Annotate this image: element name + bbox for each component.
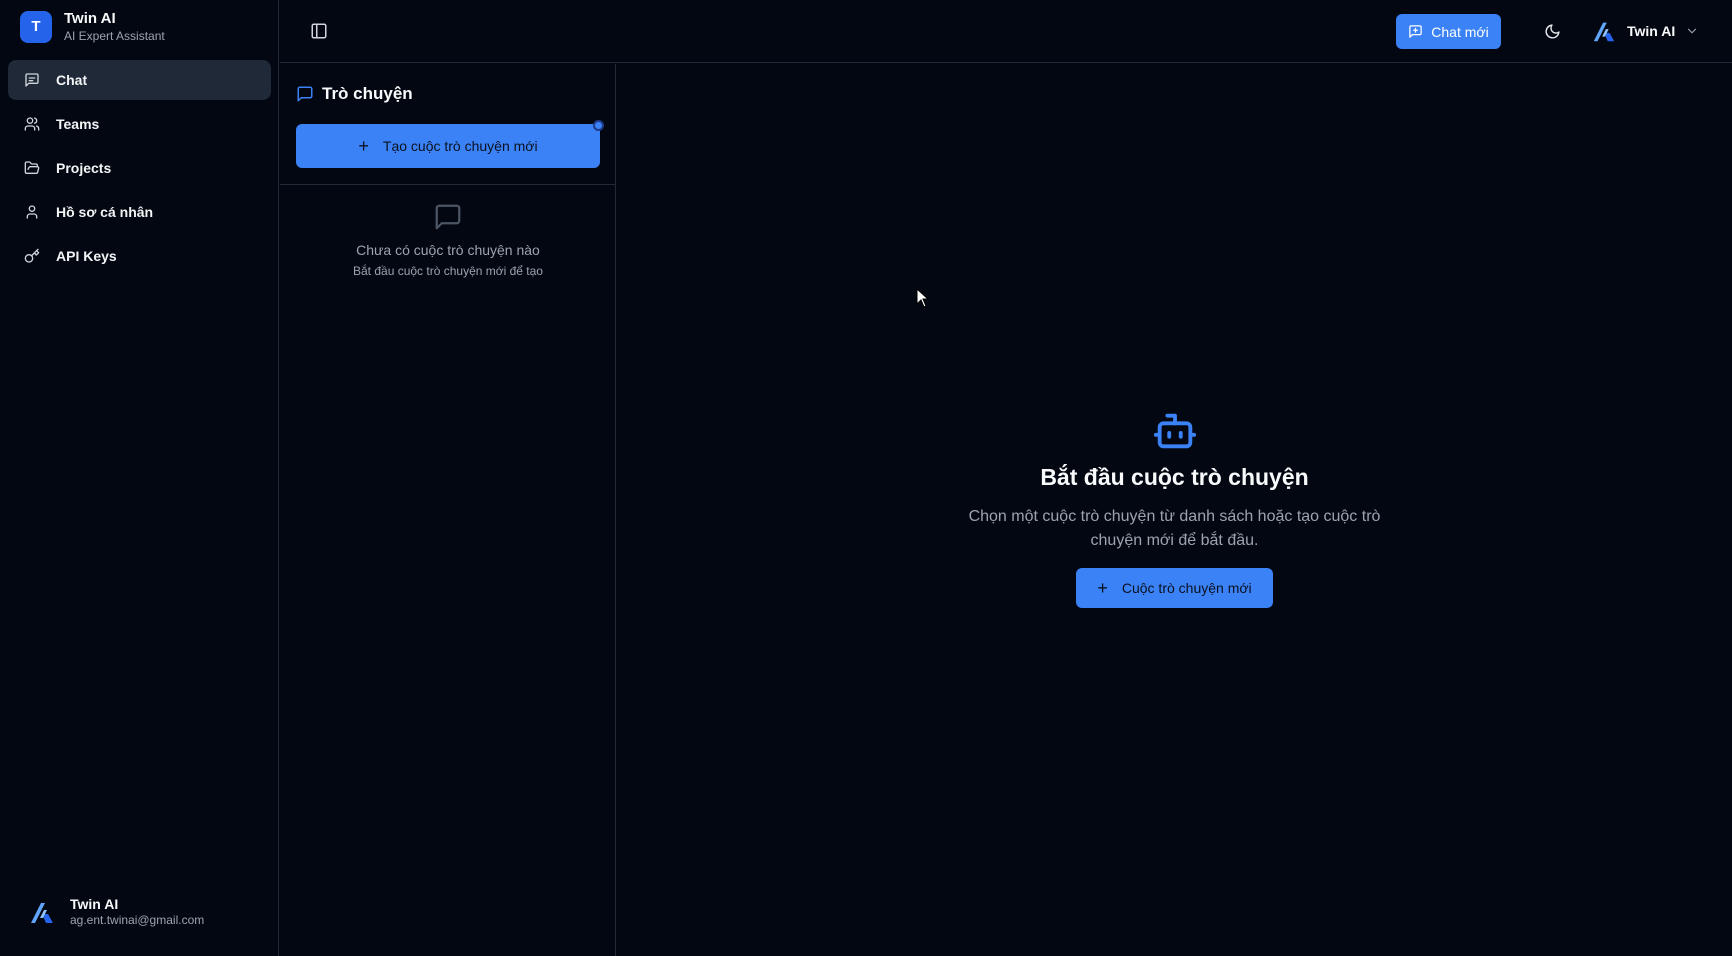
folder-open-icon [24, 160, 40, 176]
divider [280, 184, 616, 185]
sidebar-item-label: Hồ sơ cá nhân [56, 204, 154, 220]
sidebar-item-label: Teams [56, 116, 100, 132]
sidebar-item-chat[interactable]: Chat [8, 60, 271, 100]
moon-icon[interactable] [1544, 23, 1561, 40]
brand-title: Twin AI [64, 10, 116, 27]
new-chat-label: Chat mới [1431, 23, 1489, 40]
sidebar-nav: Chat Teams Projects Hồ sơ cá nhân API Ke… [8, 60, 271, 280]
bot-icon [1152, 408, 1198, 454]
twin-ai-logo-icon [1591, 18, 1617, 44]
sidebar-item-label: Projects [56, 160, 112, 176]
conversation-panel-title: Trò chuyện [322, 84, 413, 103]
welcome-block: Bắt đầu cuộc trò chuyện Chọn một cuộc tr… [617, 408, 1732, 608]
brand-subtitle: AI Expert Assistant [64, 29, 165, 43]
notification-dot [593, 120, 604, 131]
key-icon [24, 248, 40, 264]
top-header: Chat mới Twin AI [280, 0, 1732, 63]
message-square-icon [24, 72, 40, 88]
sidebar-item-profile[interactable]: Hồ sơ cá nhân [8, 192, 271, 232]
sidebar-item-label: Chat [56, 72, 88, 88]
sidebar-item-teams[interactable]: Teams [8, 104, 271, 144]
message-square-icon [296, 85, 314, 103]
welcome-description: Chọn một cuộc trò chuyện từ danh sách ho… [968, 508, 1381, 549]
create-conversation-button[interactable]: + Tạo cuộc trò chuyện mới [296, 124, 600, 168]
brand[interactable]: T Twin AI AI Expert Assistant [20, 10, 165, 43]
profile-name: Twin AI [1627, 23, 1676, 39]
conversation-empty-state: Chưa có cuộc trò chuyện nào Bắt đầu cuộc… [280, 202, 616, 278]
user-icon [24, 204, 40, 220]
main-content: Bắt đầu cuộc trò chuyện Chọn một cuộc tr… [617, 64, 1732, 956]
sidebar-item-projects[interactable]: Projects [8, 148, 271, 188]
plus-icon: + [358, 135, 369, 156]
start-conversation-button[interactable]: + Cuộc trò chuyện mới [1076, 568, 1273, 608]
message-plus-icon [1408, 24, 1423, 39]
start-conversation-label: Cuộc trò chuyện mới [1121, 580, 1252, 596]
user-footer[interactable]: Twin AI ag.ent.twinai@gmail.com [28, 895, 204, 929]
message-square-icon [433, 202, 463, 232]
chevron-down-icon [1685, 24, 1699, 38]
user-email: ag.ent.twinai@gmail.com [70, 913, 205, 928]
brand-avatar: T [20, 10, 52, 43]
empty-state-hint: Bắt đầu cuộc trò chuyện mới để tạo [353, 264, 543, 278]
sidebar-toggle-icon[interactable] [310, 22, 328, 40]
new-chat-button[interactable]: Chat mới [1396, 14, 1501, 49]
create-conversation-label: Tạo cuộc trò chuyện mới [382, 138, 538, 154]
profile-menu-button[interactable]: Twin AI [1591, 18, 1699, 44]
plus-icon: + [1097, 577, 1108, 598]
twin-ai-logo-icon [28, 898, 56, 926]
users-icon [24, 116, 40, 132]
sidebar: T Twin AI AI Expert Assistant Chat Teams [0, 0, 279, 956]
empty-state-title: Chưa có cuộc trò chuyện nào [356, 242, 540, 258]
mouse-cursor-icon [916, 288, 930, 308]
sidebar-item-label: API Keys [56, 248, 117, 264]
app-root: T Twin AI AI Expert Assistant Chat Teams [0, 0, 1732, 956]
user-name: Twin AI [70, 896, 119, 912]
conversation-panel: Trò chuyện + Tạo cuộc trò chuyện mới Chư… [280, 64, 616, 956]
welcome-title: Bắt đầu cuộc trò chuyện [1040, 464, 1309, 490]
sidebar-item-api-keys[interactable]: API Keys [8, 236, 271, 276]
conversation-panel-header: Trò chuyện [296, 84, 413, 104]
